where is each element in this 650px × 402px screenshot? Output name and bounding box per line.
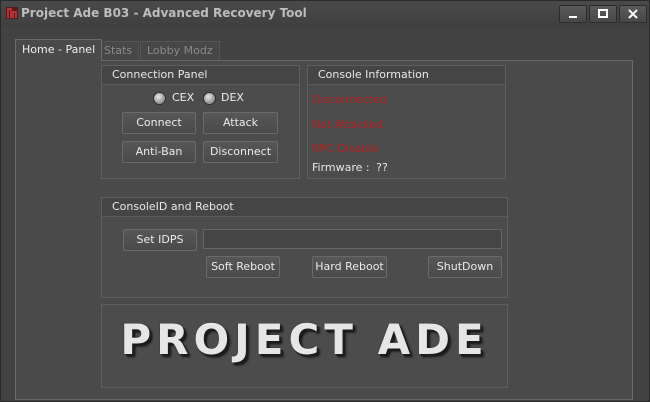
console-information-panel: Console Information Disconnected Not Att… — [307, 65, 506, 179]
window-title: Project Ade B03 - Advanced Recovery Tool — [21, 6, 307, 20]
cex-label: CEX — [172, 91, 195, 104]
app-logo-icon — [5, 6, 19, 20]
soft-reboot-button[interactable]: Soft Reboot — [206, 256, 280, 278]
dex-label: DEX — [221, 91, 244, 104]
rpc-status: RPC Disable — [312, 142, 379, 155]
project-ade-logo: PROJECT ADE — [120, 315, 489, 364]
set-idps-button[interactable]: Set IDPS — [123, 229, 197, 251]
idps-input[interactable] — [203, 229, 502, 249]
connection-panel-title: Connection Panel — [102, 66, 299, 85]
hard-reboot-button[interactable]: Hard Reboot — [312, 256, 387, 278]
home-panel: Connection Panel CEX DEX Connect Attack … — [15, 60, 633, 400]
consoleid-reboot-title: ConsoleID and Reboot — [102, 198, 507, 217]
banner-panel: PROJECT ADE — [101, 304, 508, 388]
consoleid-reboot-panel: ConsoleID and Reboot Set IDPS Soft Reboo… — [101, 197, 508, 298]
connect-button[interactable]: Connect — [122, 112, 196, 134]
minimize-button[interactable] — [559, 5, 587, 23]
shutdown-button[interactable]: ShutDown — [428, 256, 502, 278]
anti-ban-button[interactable]: Anti-Ban — [122, 141, 196, 163]
close-icon — [628, 9, 638, 19]
main-window: Project Ade B03 - Advanced Recovery Tool… — [0, 0, 650, 402]
firmware-label: Firmware : — [312, 161, 370, 174]
attack-button[interactable]: Attack — [203, 112, 278, 134]
tab-lobby-modz[interactable]: Lobby Modz — [140, 41, 220, 60]
firmware-value: ?? — [376, 161, 388, 174]
title-bar[interactable]: Project Ade B03 - Advanced Recovery Tool — [1, 1, 649, 27]
maximize-icon — [598, 9, 608, 18]
tab-home-panel[interactable]: Home - Panel — [15, 39, 103, 61]
maximize-button[interactable] — [589, 5, 617, 23]
close-button[interactable] — [619, 5, 647, 23]
cex-radio[interactable] — [153, 92, 166, 105]
firmware-readout: Firmware : ?? — [312, 161, 388, 174]
connection-panel: Connection Panel CEX DEX Connect Attack … — [101, 65, 300, 179]
attack-status: Not Attacked — [312, 118, 384, 131]
dex-radio[interactable] — [203, 92, 216, 105]
tab-stats[interactable]: Stats — [97, 41, 140, 60]
minimize-icon — [569, 16, 577, 18]
connection-status: Disconnected — [312, 93, 387, 106]
console-information-title: Console Information — [308, 66, 505, 85]
disconnect-button[interactable]: Disconnect — [203, 141, 278, 163]
